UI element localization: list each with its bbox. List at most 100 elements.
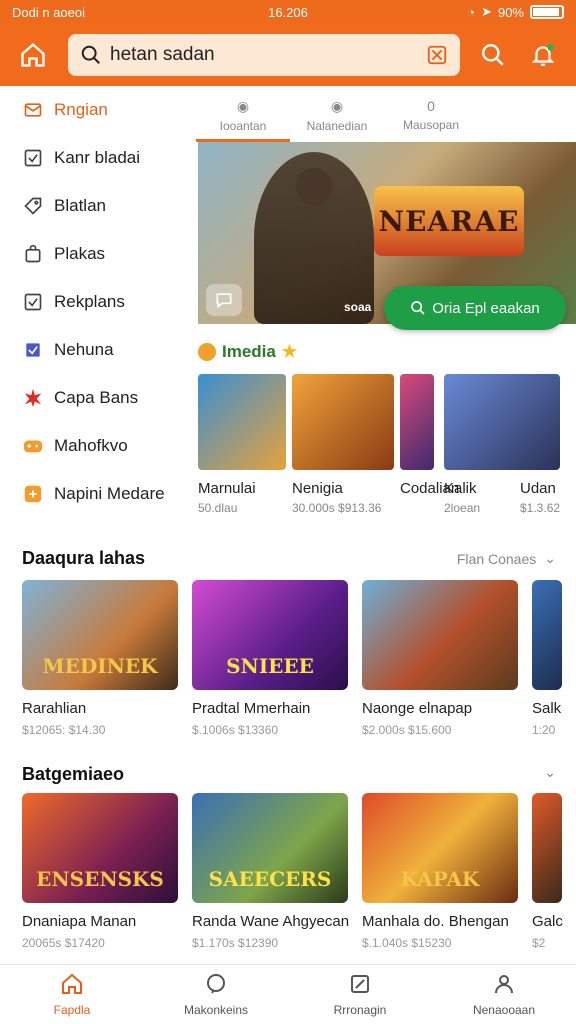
sidebar-item-2[interactable]: Kanr bladai (0, 134, 196, 182)
game-card[interactable]: KAPAK Manhala do. Bhengan $.1.040s $15230 (362, 793, 518, 950)
section-filter-link[interactable]: Flan Conaes ⌄ (457, 550, 556, 567)
chat-icon (216, 293, 232, 309)
media-title: Udan (520, 480, 556, 497)
game-price: $2 (532, 936, 546, 950)
tab-bar: ◉ Iooantan ◉ Nalanedian 0 Mausopan (196, 88, 576, 142)
sidebar-item-9[interactable]: Napini Medare (0, 470, 196, 518)
media-thumbnail (400, 374, 434, 470)
game-logo-art: MEDINEK (42, 654, 158, 678)
game-card[interactable]: ENSENSKS Dnaniapa Manan 20065s $17420 (22, 793, 178, 950)
checkbox-icon (22, 291, 44, 313)
tab-2[interactable]: ◉ Nalanedian (290, 88, 384, 142)
clear-icon[interactable] (426, 44, 448, 66)
nav-item-2[interactable]: Makonkeins (144, 965, 288, 1024)
battery-icon (530, 5, 564, 19)
hero-chat-button[interactable] (206, 284, 242, 316)
home-icon (60, 972, 84, 999)
search-bar[interactable] (68, 34, 460, 76)
puzzle-icon (22, 483, 44, 505)
tab-1[interactable]: ◉ Iooantan (196, 88, 290, 142)
sidebar-item-label: Capa Bans (54, 388, 139, 407)
status-bar: Dodi n aoeoi 16.206 ◔ ➤ 90% (0, 0, 576, 24)
hero-game-logo: NEARAE (374, 186, 524, 256)
media-card[interactable]: Udan $1.3.62 (520, 374, 560, 515)
game-title: Manhala do. Bhengan (362, 913, 509, 930)
hero-cta-label: Oria Epl eaakan (432, 299, 540, 317)
nav-label: Nenaooaan (472, 1003, 536, 1017)
location-icon: ➤ (481, 4, 492, 19)
home-button[interactable] (12, 34, 54, 76)
game-card[interactable]: SNIEEE Pradtal Mmerhain $.1006s $13360 (192, 580, 348, 737)
game-card[interactable]: SAEECERS Randa Wane Ahgyecan $1.170s $1239… (192, 793, 349, 950)
game-price: $1.170s $12390 (192, 936, 279, 950)
section2-row: ENSENSKS Dnaniapa Manan 20065s $17420 SAEEC… (22, 793, 576, 963)
media-card[interactable]: Nenigia 30.000s $913.36 (292, 374, 394, 515)
notifications-button[interactable] (522, 34, 564, 76)
sidebar-item-5[interactable]: Rekplans (0, 278, 196, 326)
game-card[interactable]: Galc $2 (532, 793, 563, 950)
chevron-down-icon: ⌄ (544, 550, 556, 566)
sidebar-item-3[interactable]: Blatlan (0, 182, 196, 230)
search-icon (81, 45, 100, 64)
section-filter-label: Flan Conaes (456, 550, 537, 567)
sidebar-item-7[interactable]: Capa Bans (0, 374, 196, 422)
game-logo-art: KAPAK (400, 867, 480, 891)
star-icon: ★ (281, 342, 298, 361)
chat-icon (204, 972, 228, 999)
bag-icon (22, 243, 44, 265)
category-sidebar: Rngian Kanr bladai Blatlan Plakas Rekplans Ne… (0, 86, 196, 526)
nav-item-4[interactable]: Nenaooaan (432, 965, 576, 1024)
nav-item-1[interactable]: Fapdla (0, 965, 144, 1024)
search-icon (411, 301, 425, 315)
tab-label: Mausopan (402, 118, 460, 132)
hero-cta-button[interactable]: Oria Epl eaakan (384, 286, 566, 330)
game-thumbnail: KAPAK (362, 793, 518, 903)
section-title-daaqura: Daaqura lahas (22, 548, 146, 568)
sidebar-item-1[interactable]: Rngian (0, 86, 196, 134)
game-logo-art: SNIEEE (226, 654, 314, 678)
sidebar-item-8[interactable]: Mahofkvo (0, 422, 196, 470)
app-bar (0, 24, 576, 86)
section-title-batgemiaeo: Batgemiaeo (22, 764, 125, 784)
media-subtitle: 50.dlau (198, 501, 238, 515)
tab-label: Iooantan (219, 118, 267, 133)
section2-expand-button[interactable]: ⌄ (544, 764, 556, 781)
appbar-actions (472, 34, 564, 76)
tab-icon: ◉ (236, 97, 250, 114)
media-heading-label: Imedia (222, 342, 276, 361)
game-thumbnail: SAEECERS (192, 793, 348, 903)
game-thumbnail: ENSENSKS (22, 793, 178, 903)
sidebar-item-label: Mahofkvo (54, 436, 128, 455)
game-card[interactable]: MEDINEK Rarahlian $12065: $14.30 (22, 580, 178, 737)
media-badge-icon (198, 343, 216, 361)
search-button[interactable] (472, 34, 514, 76)
game-thumbnail (362, 580, 518, 690)
media-row: Marnulai 50.dlau Nenigia 30.000s $913.36 Cod… (198, 374, 576, 520)
sidebar-item-6[interactable]: Nehuna (0, 326, 196, 374)
user-icon (492, 972, 516, 999)
game-thumbnail (532, 793, 562, 903)
game-card[interactable]: Salk 1:20 (532, 580, 562, 737)
battery-percent: 90% (497, 4, 524, 20)
search-input[interactable] (110, 44, 426, 66)
game-price: 20065s $17420 (22, 936, 105, 950)
check-square-icon (22, 339, 44, 361)
game-price: 1:20 (532, 723, 556, 737)
game-logo-art: ENSENSKS (36, 867, 164, 891)
game-price: $12065: $14.30 (22, 723, 106, 737)
media-title: Marnulai (198, 480, 256, 497)
chevron-down-icon: ⌄ (544, 764, 556, 780)
nav-item-3[interactable]: Rrronagin (288, 965, 432, 1024)
sidebar-item-4[interactable]: Plakas (0, 230, 196, 278)
gamepad-icon (22, 435, 44, 457)
tab-3[interactable]: 0 Mausopan (384, 88, 478, 142)
media-subtitle: $1.3.62 (520, 501, 561, 515)
nav-label: Fapdla (53, 1003, 91, 1017)
game-card[interactable]: Naonge elnapap $2.000s $15.600 (362, 580, 518, 737)
game-price: $2.000s $15.600 (362, 723, 452, 737)
search-icon (482, 44, 504, 66)
game-title: Naonge elnapap (362, 700, 473, 717)
media-card[interactable]: Marnulai 50.dlau (198, 374, 286, 515)
hero-character-art (254, 152, 374, 324)
media-subtitle: 30.000s $913.36 (292, 501, 382, 515)
